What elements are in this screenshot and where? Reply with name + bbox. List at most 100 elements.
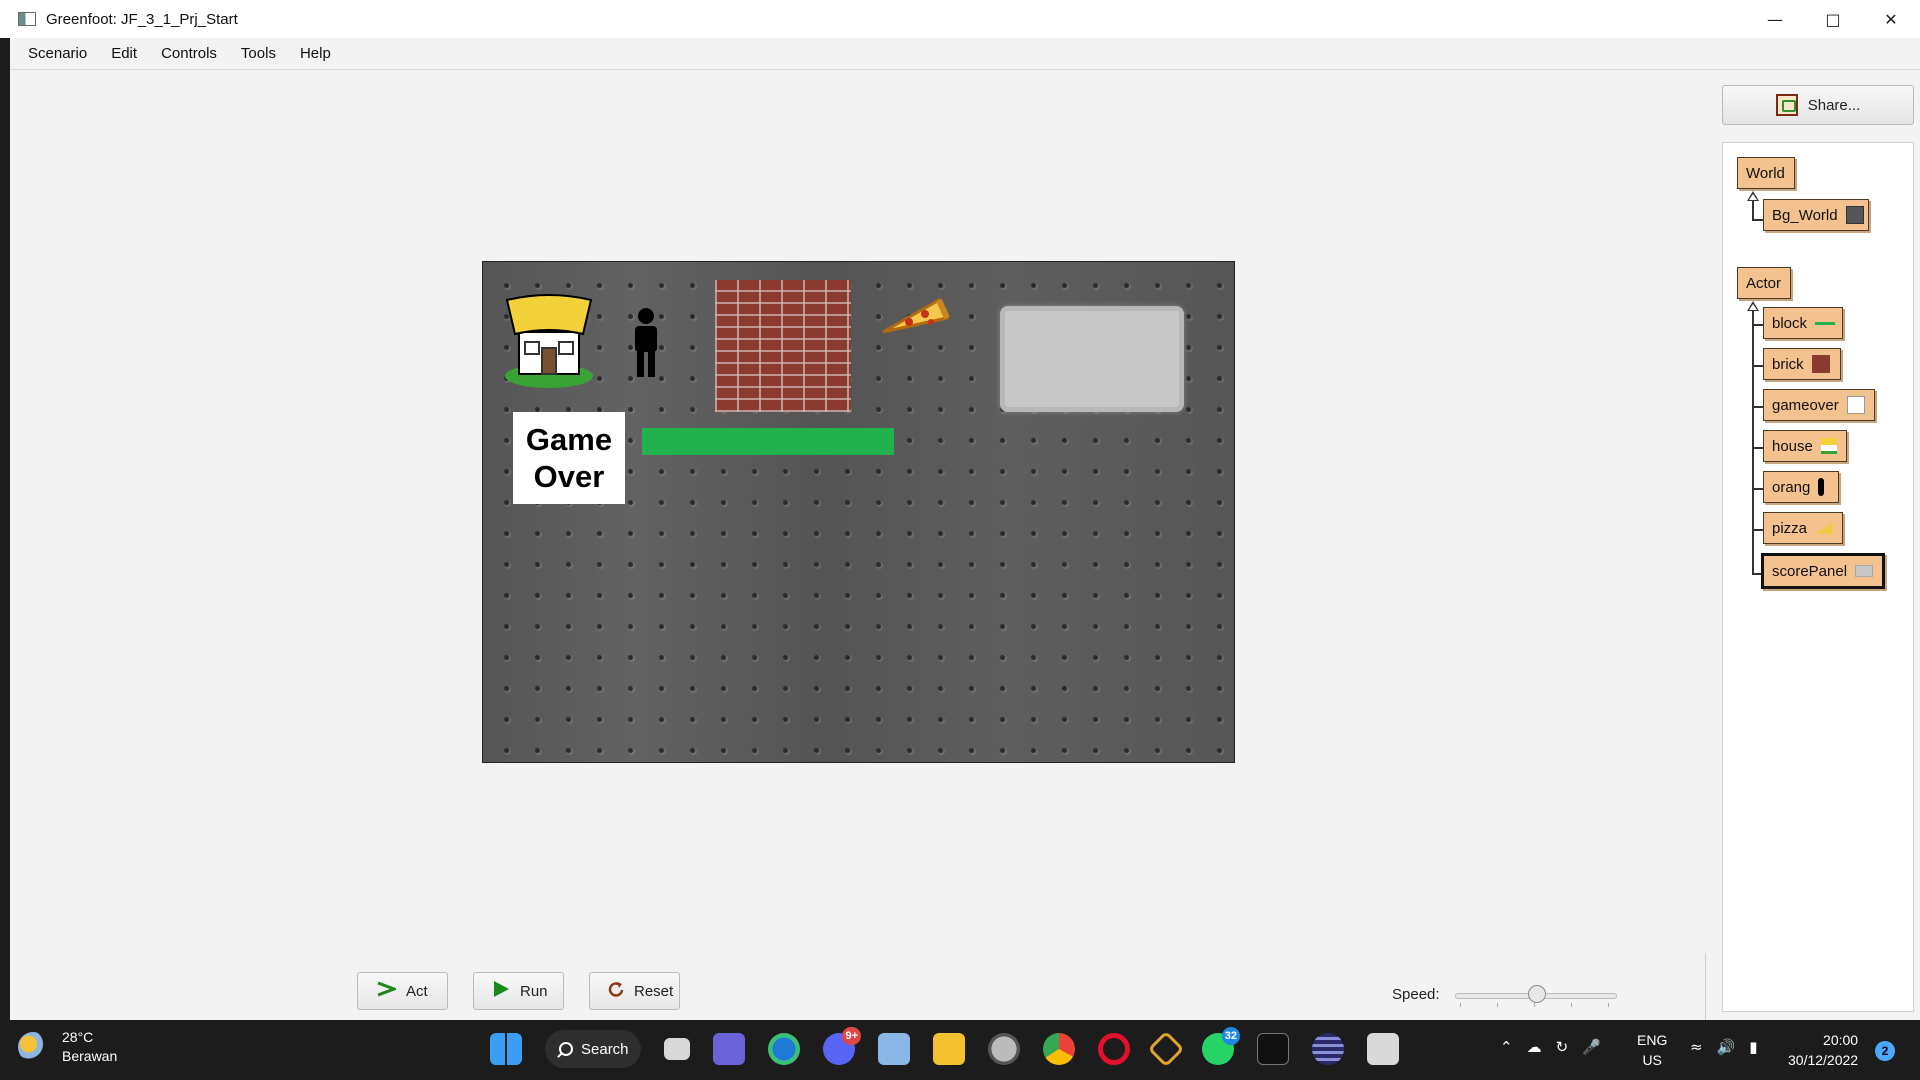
taskbar-search[interactable]: Search [545, 1030, 641, 1068]
play-icon [492, 980, 510, 1002]
class-pizza[interactable]: pizza [1763, 512, 1843, 544]
sync-icon[interactable]: ↻ [1556, 1038, 1569, 1056]
reset-button[interactable]: Reset [589, 972, 680, 1010]
class-orang-label: orang [1772, 478, 1811, 496]
window-title: Greenfoot: JF_3_1_Prj_Start [46, 10, 238, 28]
class-house[interactable]: house [1763, 430, 1847, 462]
actor-inheritance-arrow [1747, 301, 1759, 311]
class-world[interactable]: World [1737, 157, 1795, 189]
block-actor[interactable] [642, 428, 894, 455]
system-tray-status: ≈ 🔊 ▮ [1690, 1038, 1772, 1056]
menu-scenario[interactable]: Scenario [16, 45, 99, 62]
brick-thumbnail-icon [1811, 355, 1830, 373]
greenfoot-window: Greenfoot: JF_3_1_Prj_Start — □ ✕ Scenar… [0, 0, 1920, 1020]
photos-icon[interactable] [878, 1033, 910, 1065]
class-bg-world[interactable]: Bg_World [1763, 199, 1869, 231]
class-diagram-panel: World Bg_World Actor block brick gameove… [1722, 142, 1914, 1012]
minimize-button[interactable]: — [1746, 0, 1804, 38]
app-hex-icon[interactable] [1147, 1030, 1185, 1068]
share-label: Share... [1807, 96, 1861, 114]
clock[interactable]: 20:00 30/12/2022 [1788, 1030, 1858, 1070]
class-actor-label: Actor [1746, 274, 1782, 292]
actor-tree-line [1752, 311, 1754, 575]
brick-actor[interactable] [715, 280, 851, 412]
battery-icon[interactable]: ▮ [1749, 1038, 1757, 1056]
class-brick-label: brick [1772, 355, 1804, 373]
discord-badge: 9+ [842, 1027, 861, 1045]
world-tree-line [1752, 201, 1754, 221]
score-panel-actor[interactable] [1000, 306, 1184, 412]
whatsapp-icon[interactable]: 32 [1202, 1027, 1240, 1065]
clock-date: 30/12/2022 [1788, 1052, 1859, 1068]
greenfoot-taskbar-icon[interactable] [1367, 1033, 1399, 1065]
class-block[interactable]: block [1763, 307, 1843, 339]
microphone-icon[interactable]: 🎤 [1582, 1038, 1601, 1056]
maximize-button[interactable]: □ [1804, 0, 1862, 38]
speed-slider-thumb[interactable] [1528, 985, 1546, 1003]
class-orang[interactable]: orang [1763, 471, 1839, 503]
menu-help[interactable]: Help [288, 45, 343, 62]
speed-slider-ticks [1460, 1003, 1612, 1007]
search-icon [559, 1042, 573, 1056]
epic-games-icon[interactable] [1257, 1033, 1289, 1065]
teams-chat-icon[interactable] [713, 1033, 745, 1065]
class-block-label: block [1772, 314, 1808, 332]
menu-edit[interactable]: Edit [99, 45, 149, 62]
discord-icon[interactable]: 9+ [823, 1027, 861, 1065]
clock-time: 20:00 [1823, 1032, 1859, 1048]
menu-bar: Scenario Edit Controls Tools Help [10, 38, 1920, 70]
pizza-thumbnail-icon [1815, 522, 1834, 534]
world-canvas[interactable]: Game Over [482, 261, 1235, 763]
orang-thumbnail-icon [1818, 478, 1825, 496]
run-label: Run [520, 982, 548, 1000]
app-globe-icon[interactable] [988, 1033, 1020, 1065]
window-controls: — □ ✕ [1746, 0, 1920, 38]
act-label: Act [406, 982, 428, 1000]
eclipse-icon[interactable] [1312, 1033, 1344, 1065]
language-indicator[interactable]: ENG US [1637, 1030, 1667, 1070]
system-tray: ⌃ ☁ ↻ 🎤 [1500, 1038, 1615, 1056]
lang-line1: ENG [1637, 1032, 1668, 1048]
edge-icon[interactable] [768, 1033, 800, 1065]
share-button[interactable]: Share... [1722, 85, 1914, 125]
share-easel-icon [1775, 94, 1798, 116]
pizza-actor[interactable] [879, 292, 951, 340]
chevron-up-icon[interactable]: ⌃ [1500, 1038, 1513, 1056]
orang-actor[interactable] [628, 307, 664, 377]
class-scorepanel[interactable]: scorePanel [1761, 553, 1885, 589]
class-bg-world-label: Bg_World [1772, 206, 1838, 224]
windows-taskbar: 28°C Berawan Search 9+ 32 ⌃ ☁ ↻ 🎤 ≈ 🔊 ▮ … [0, 1020, 1920, 1080]
scorepanel-thumbnail-icon [1855, 565, 1874, 577]
onedrive-icon[interactable]: ☁ [1527, 1038, 1542, 1056]
task-view-icon[interactable] [664, 1038, 690, 1060]
gameover-text-line2: Over [533, 459, 605, 494]
close-button[interactable]: ✕ [1862, 0, 1920, 38]
menu-controls[interactable]: Controls [149, 45, 229, 62]
class-brick[interactable]: brick [1763, 348, 1841, 380]
weather-temp: 28°C [62, 1029, 94, 1045]
notification-badge[interactable]: 2 [1875, 1041, 1895, 1061]
wifi-icon[interactable]: ≈ [1690, 1038, 1703, 1056]
run-button[interactable]: Run [473, 972, 564, 1010]
opera-icon[interactable] [1098, 1033, 1130, 1065]
weather-widget[interactable]: 28°C Berawan [18, 1028, 117, 1066]
class-actor[interactable]: Actor [1737, 267, 1791, 299]
class-pizza-label: pizza [1772, 519, 1808, 537]
reset-icon [608, 981, 624, 1001]
title-bar: Greenfoot: JF_3_1_Prj_Start — □ ✕ [0, 0, 1920, 38]
house-actor[interactable] [503, 292, 595, 388]
volume-icon[interactable]: 🔊 [1717, 1038, 1736, 1056]
gameover-actor[interactable]: Game Over [513, 412, 625, 504]
act-arrow-icon [376, 981, 399, 1001]
class-gameover[interactable]: gameover [1763, 389, 1875, 421]
lang-line2: US [1642, 1052, 1662, 1068]
gameover-thumbnail-icon [1846, 396, 1865, 414]
whatsapp-badge: 32 [1221, 1027, 1240, 1045]
gameover-text-line1: Game [525, 422, 613, 457]
start-icon[interactable] [490, 1033, 522, 1065]
act-button[interactable]: Act [357, 972, 448, 1010]
weather-condition: Berawan [62, 1048, 118, 1064]
file-explorer-icon[interactable] [933, 1033, 965, 1065]
chrome-icon[interactable] [1043, 1033, 1075, 1065]
menu-tools[interactable]: Tools [229, 45, 288, 62]
